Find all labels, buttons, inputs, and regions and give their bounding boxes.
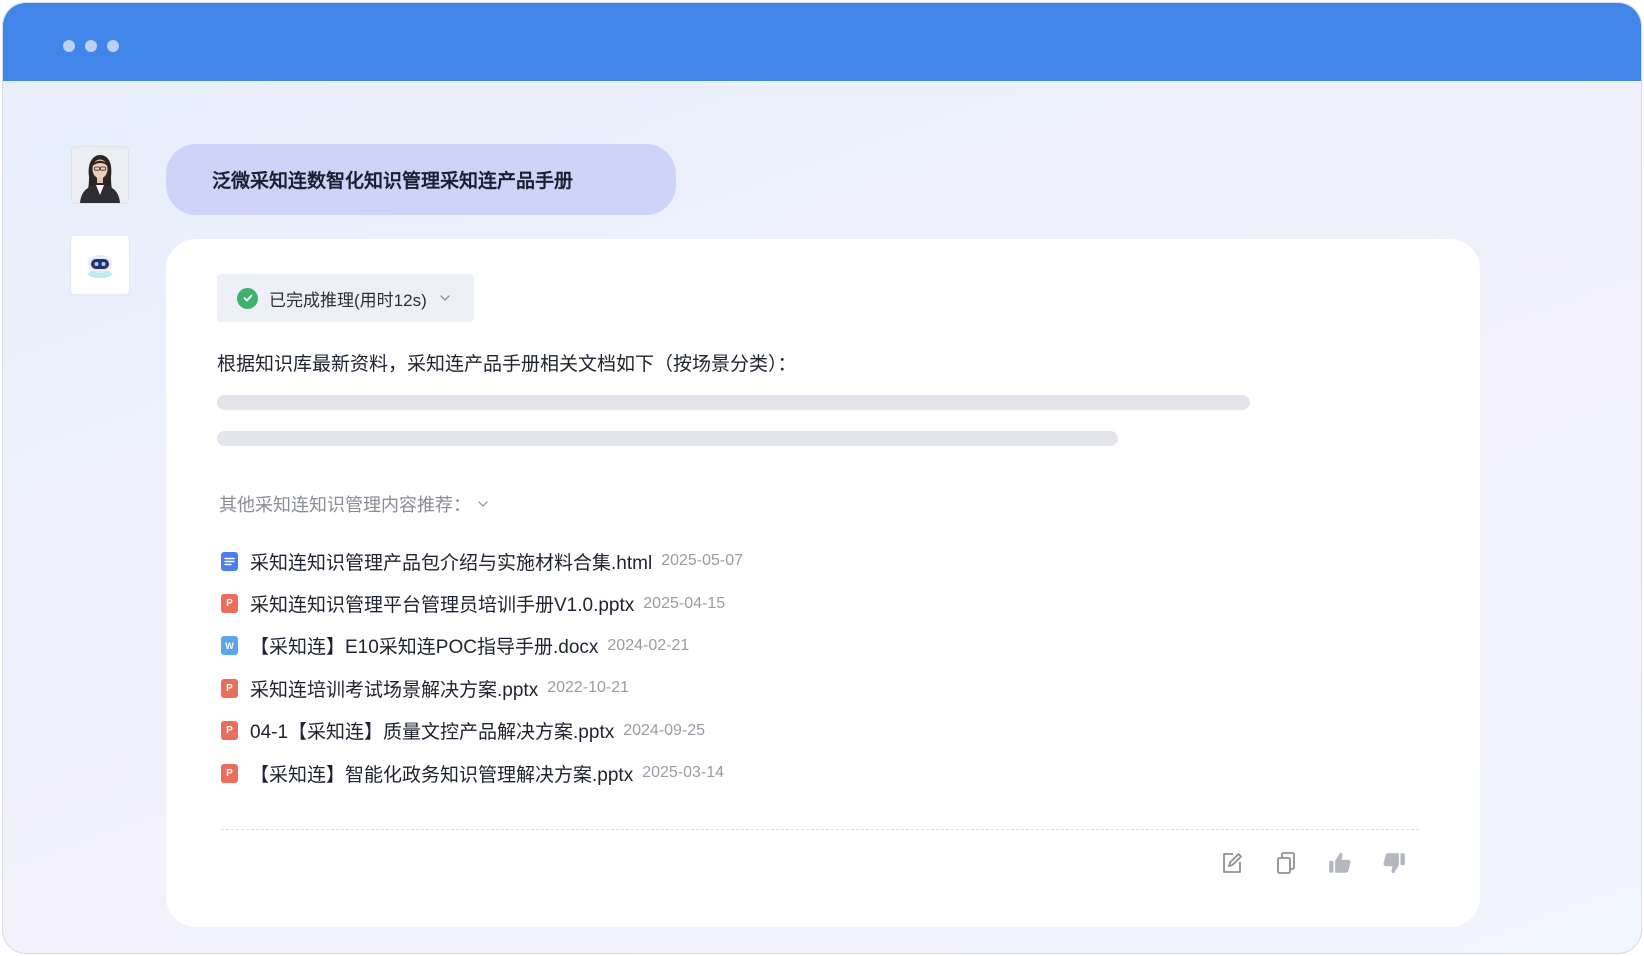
- assistant-answer-card: 已完成推理(用时12s) 根据知识库最新资料，采知连产品手册相关文档如下（按场景…: [166, 239, 1480, 927]
- recommend-toggle[interactable]: 其他采知连知识管理内容推荐：: [219, 491, 489, 517]
- bot-avatar: [71, 236, 129, 294]
- document-item[interactable]: P 【采知连】智能化政务知识管理解决方案.pptx 2025-03-14: [221, 752, 743, 794]
- pptx-file-icon: P: [221, 763, 238, 783]
- document-date: 2022-10-21: [547, 679, 630, 697]
- document-item[interactable]: P 采知连知识管理平台管理员培训手册V1.0.pptx 2025-04-15: [221, 582, 743, 624]
- copy-icon: [1277, 852, 1295, 874]
- user-avatar-icon: [72, 147, 128, 203]
- document-date: 2025-05-07: [661, 552, 744, 570]
- html-file-icon: [221, 551, 238, 571]
- copy-button[interactable]: [1272, 849, 1300, 877]
- user-avatar: [71, 146, 129, 204]
- pptx-file-icon: P: [221, 721, 238, 741]
- check-circle-icon: [237, 287, 258, 309]
- document-name[interactable]: 采知连知识管理平台管理员培训手册V1.0.pptx: [250, 590, 634, 617]
- chevron-down-icon: [439, 294, 451, 302]
- window-dot-3[interactable]: [107, 40, 119, 52]
- document-item[interactable]: W 【采知连】E10采知连POC指导手册.docx 2024-02-21: [221, 625, 743, 667]
- docx-file-icon: W: [221, 636, 238, 656]
- document-name[interactable]: 04-1【采知连】质量文控产品解决方案.pptx: [250, 717, 614, 744]
- chevron-down-icon: [477, 500, 489, 508]
- pptx-file-icon: P: [221, 678, 238, 698]
- divider: [221, 829, 1419, 830]
- like-button[interactable]: [1326, 849, 1354, 877]
- document-date: 2025-04-15: [643, 594, 726, 612]
- recommended-documents-list: 采知连知识管理产品包介绍与实施材料合集.html 2025-05-07 P 采知…: [221, 540, 743, 794]
- document-name[interactable]: 【采知连】E10采知连POC指导手册.docx: [250, 632, 598, 659]
- loading-placeholder-line: [217, 395, 1250, 410]
- document-name[interactable]: 【采知连】智能化政务知识管理解决方案.pptx: [250, 760, 633, 787]
- user-message-text: 泛微采知连数智化知识管理采知连产品手册: [212, 171, 574, 192]
- reasoning-toggle[interactable]: 已完成推理(用时12s): [217, 274, 474, 322]
- dislike-button[interactable]: [1380, 849, 1408, 877]
- thumbs-up-icon: [1329, 852, 1351, 873]
- title-bar: [3, 3, 1641, 81]
- edit-button[interactable]: [1218, 849, 1246, 877]
- edit-icon: [1223, 853, 1242, 873]
- document-item[interactable]: P 04-1【采知连】质量文控产品解决方案.pptx 2024-09-25: [221, 710, 743, 752]
- document-name[interactable]: 采知连培训考试场景解决方案.pptx: [250, 675, 538, 702]
- app-window: 泛微采知连数智化知识管理采知连产品手册 已完成推理(用时12s) 根据知识库最新…: [2, 2, 1642, 954]
- pptx-file-icon: P: [221, 594, 238, 614]
- document-date: 2025-03-14: [642, 764, 725, 782]
- document-item[interactable]: 采知连知识管理产品包介绍与实施材料合集.html 2025-05-07: [221, 540, 743, 582]
- loading-placeholder-line: [217, 431, 1118, 446]
- document-date: 2024-02-21: [607, 636, 690, 654]
- window-dot-1[interactable]: [63, 40, 75, 52]
- document-item[interactable]: P 采知连培训考试场景解决方案.pptx 2022-10-21: [221, 667, 743, 709]
- recommend-label: 其他采知连知识管理内容推荐：: [219, 495, 471, 515]
- robot-icon: [88, 255, 112, 278]
- reasoning-label: 已完成推理(用时12s): [269, 290, 427, 310]
- answer-intro: 根据知识库最新资料，采知连产品手册相关文档如下（按场景分类）：: [217, 354, 797, 375]
- document-date: 2024-09-25: [623, 721, 706, 739]
- user-message-bubble: 泛微采知连数智化知识管理采知连产品手册: [166, 144, 676, 215]
- thumbs-down-icon: [1383, 853, 1405, 874]
- window-dot-2[interactable]: [85, 40, 97, 52]
- document-name[interactable]: 采知连知识管理产品包介绍与实施材料合集.html: [250, 548, 652, 575]
